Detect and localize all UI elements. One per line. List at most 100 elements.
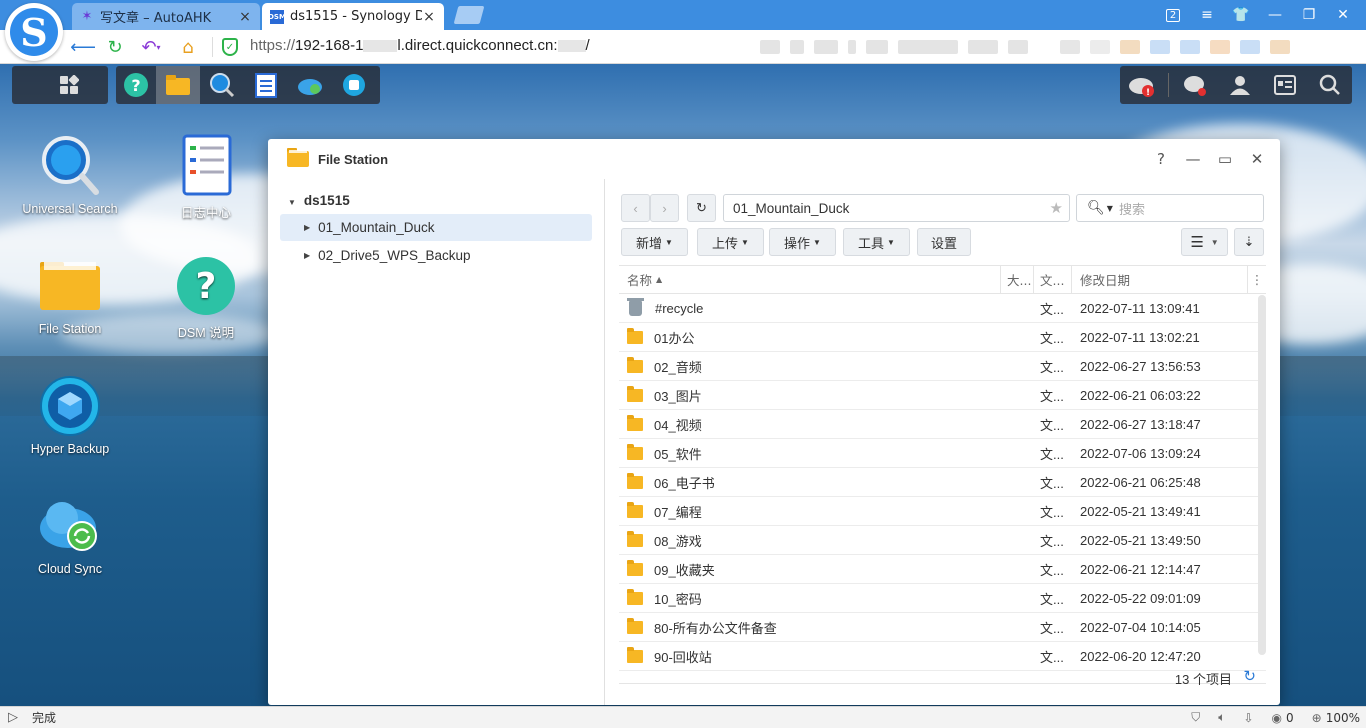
zoom-icon[interactable]: ⊕ (1312, 711, 1322, 725)
minimize-icon[interactable]: — (1184, 149, 1202, 169)
tab-count-icon[interactable]: 2 (1162, 5, 1184, 25)
favorite-star-icon[interactable]: ★ (1050, 199, 1063, 217)
close-icon[interactable]: ✕ (1248, 149, 1266, 169)
file-row[interactable]: 10_密码 文... 2022-05-22 09:01:09 (619, 584, 1266, 613)
file-name-cell: 08_游戏 (619, 530, 1001, 550)
close-tab-icon[interactable]: × (238, 9, 252, 25)
extension-icons-blurred (1060, 40, 1290, 54)
sound-icon[interactable]: 🔈︎ (1218, 710, 1225, 725)
refresh-button[interactable]: ↻ (687, 194, 716, 222)
tree-root[interactable]: ▼ ds1515 (288, 193, 350, 208)
file-name-cell: 10_密码 (619, 588, 1001, 608)
collapse-icon[interactable]: ▼ (288, 198, 296, 207)
column-type[interactable]: 文... (1034, 266, 1072, 293)
forward-button[interactable]: › (650, 194, 679, 222)
tree-item-mountain-duck[interactable]: ▶ 01_Mountain_Duck (280, 214, 592, 241)
file-name-cell: 09_收藏夹 (619, 559, 1001, 579)
file-row[interactable]: 80-所有办公文件备查 文... 2022-07-04 10:14:05 (619, 613, 1266, 642)
desktop-universal-search[interactable]: Universal Search (15, 134, 125, 216)
desktop-file-station[interactable]: File Station (15, 254, 125, 336)
download-icon[interactable]: ⇩ (1243, 711, 1253, 725)
widgets-icon[interactable] (1266, 66, 1304, 104)
security-icon[interactable]: ⛉ (1191, 710, 1200, 725)
file-row[interactable]: 02_音频 文... 2022-06-27 13:56:53 (619, 352, 1266, 381)
desktop-log-center[interactable]: 日志中心 (151, 134, 261, 221)
column-name[interactable]: 名称 ▲ (619, 266, 1001, 293)
help-icon[interactable]: ? (1152, 149, 1170, 169)
cloud-alert-icon[interactable]: ! (1123, 66, 1161, 104)
file-row[interactable]: 90-回收站 文... 2022-06-20 12:47:20 (619, 642, 1266, 671)
expand-icon[interactable]: ▶ (304, 223, 310, 232)
home-icon[interactable]: ⌂ (177, 36, 199, 58)
settings-button[interactable]: 设置 (917, 228, 971, 256)
url-field[interactable]: https://192-168-1 l.direct.quickconnect.c… (250, 37, 590, 54)
universal-search-taskbar-icon[interactable] (200, 66, 244, 104)
tools-button[interactable]: 工具 ▼ (843, 228, 910, 256)
desktop-cloud-sync[interactable]: Cloud Sync (15, 494, 125, 576)
view-mode-button[interactable]: ☰ ▼ (1181, 228, 1228, 256)
desktop-hyper-backup[interactable]: Hyper Backup (15, 374, 125, 456)
sort-button[interactable]: ⇣ (1234, 228, 1264, 256)
desktop-dsm-help[interactable]: ? DSM 说明 (151, 254, 261, 341)
minimize-icon[interactable]: — (1264, 5, 1286, 25)
new-button[interactable]: 新增 ▼ (621, 228, 688, 256)
file-row[interactable]: 07_编程 文... 2022-05-21 13:49:41 (619, 497, 1266, 526)
search-field[interactable]: 🔍︎ ▼ 搜索 (1076, 194, 1264, 222)
file-station-taskbar-icon[interactable] (156, 66, 200, 104)
column-modified[interactable]: 修改日期 (1072, 266, 1248, 293)
column-menu-icon[interactable]: ⋮ (1248, 272, 1266, 287)
path-bar[interactable]: 01_Mountain_Duck ★ (723, 194, 1070, 222)
column-size[interactable]: 大... (1001, 266, 1034, 293)
close-window-icon[interactable]: ✕ (1332, 5, 1354, 25)
back-button[interactable]: ‹ (621, 194, 650, 222)
file-row[interactable]: 05_软件 文... 2022-07-06 13:09:24 (619, 439, 1266, 468)
undo-close-icon[interactable]: ↶ ▾ (136, 36, 166, 58)
file-date: 2022-06-21 12:14:47 (1080, 561, 1201, 577)
close-tab-icon[interactable]: × (422, 9, 436, 25)
menu-icon[interactable]: ≡ (1196, 5, 1218, 25)
upload-button[interactable]: 上传 ▼ (697, 228, 764, 256)
cloud-sync-taskbar-icon[interactable] (288, 66, 332, 104)
reload-icon[interactable]: ↻ (104, 36, 126, 58)
new-tab-button[interactable] (453, 6, 485, 24)
file-row[interactable]: 03_图片 文... 2022-06-21 06:03:22 (619, 381, 1266, 410)
secure-shield-icon[interactable]: ✓ (222, 38, 238, 56)
file-date-cell: 2022-05-22 09:01:09 (1072, 591, 1248, 606)
tree-item-drive5-backup[interactable]: ▶ 02_Drive5_WPS_Backup (280, 242, 592, 269)
scrollbar[interactable] (1258, 295, 1266, 655)
file-row[interactable]: 06_电子书 文... 2022-06-21 06:25:48 (619, 468, 1266, 497)
file-type-cell: 文... (1034, 299, 1072, 318)
button-label: 操作 (784, 235, 811, 251)
restore-icon[interactable]: ❐ (1298, 5, 1320, 25)
tab-ds1515[interactable]: DSM ds1515 - Synology Dis × (262, 3, 444, 30)
tab-autoahk[interactable]: ✶ 写文章 – AutoAHK × (72, 3, 260, 30)
adblock-icon[interactable]: ◉ (1272, 711, 1282, 725)
skin-icon[interactable]: 👕 (1230, 5, 1252, 25)
zoom-level: 100% (1325, 710, 1360, 725)
search-icon[interactable] (1311, 66, 1349, 104)
help-app-icon[interactable]: ? (116, 66, 156, 104)
hyper-backup-taskbar-icon[interactable] (332, 66, 376, 104)
file-row[interactable]: 09_收藏夹 文... 2022-06-21 12:14:47 (619, 555, 1266, 584)
log-center-taskbar-icon[interactable] (244, 66, 288, 104)
file-row[interactable]: 01办公 文... 2022-07-11 13:02:21 (619, 323, 1266, 352)
file-row[interactable]: #recycle 文... 2022-07-11 13:09:41 (619, 294, 1266, 323)
file-row[interactable]: 08_游戏 文... 2022-05-21 13:49:50 (619, 526, 1266, 555)
sidebar-toggle-icon[interactable]: ▷ (8, 710, 18, 725)
file-list-header: 名称 ▲ 大... 文... 修改日期 ⋮ (619, 266, 1266, 294)
window-titlebar[interactable]: File Station ? — ▭ ✕ (268, 139, 1280, 179)
refresh-icon[interactable]: ↻ (1243, 667, 1256, 685)
user-icon[interactable] (1221, 66, 1259, 104)
window-title: File Station (318, 151, 389, 167)
browser-logo[interactable]: S (5, 3, 63, 61)
main-menu-icon[interactable] (50, 66, 88, 104)
maximize-icon[interactable]: ▭ (1216, 149, 1234, 169)
path-text: 01_Mountain_Duck (733, 200, 850, 216)
desktop-icon-label: DSM 说明 (177, 326, 235, 340)
file-date: 2022-05-21 13:49:50 (1080, 532, 1201, 548)
back-icon[interactable]: ⟵ (70, 36, 96, 58)
file-row[interactable]: 04_视频 文... 2022-06-27 13:18:47 (619, 410, 1266, 439)
notification-icon[interactable] (1176, 66, 1214, 104)
expand-icon[interactable]: ▶ (304, 251, 310, 260)
action-button[interactable]: 操作 ▼ (769, 228, 836, 256)
